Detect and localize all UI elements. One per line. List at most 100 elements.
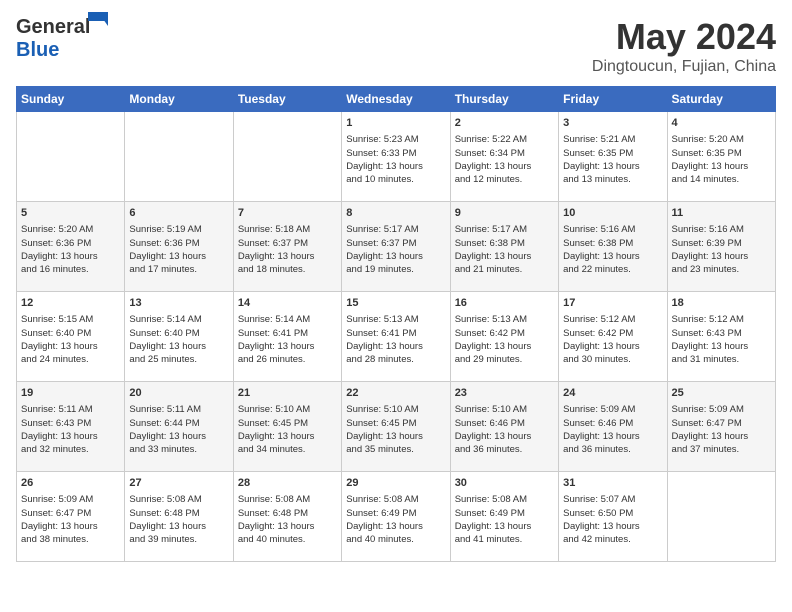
- calendar-cell: 23Sunrise: 5:10 AMSunset: 6:46 PMDayligh…: [450, 382, 558, 472]
- calendar-cell: 13Sunrise: 5:14 AMSunset: 6:40 PMDayligh…: [125, 292, 233, 382]
- calendar-cell: [17, 112, 125, 202]
- day-content: Daylight: 13 hours: [563, 430, 662, 443]
- day-content: and 16 minutes.: [21, 263, 120, 276]
- day-content: and 34 minutes.: [238, 443, 337, 456]
- day-content: Sunrise: 5:10 AM: [455, 403, 554, 416]
- day-content: and 36 minutes.: [563, 443, 662, 456]
- day-content: Sunrise: 5:18 AM: [238, 223, 337, 236]
- day-number: 6: [129, 206, 228, 221]
- day-content: Daylight: 13 hours: [346, 430, 445, 443]
- day-content: and 28 minutes.: [346, 353, 445, 366]
- day-content: Sunset: 6:41 PM: [346, 327, 445, 340]
- location: Dingtoucun, Fujian, China: [592, 58, 776, 76]
- day-content: Sunrise: 5:08 AM: [129, 493, 228, 506]
- day-content: Sunset: 6:49 PM: [455, 507, 554, 520]
- day-content: Sunrise: 5:19 AM: [129, 223, 228, 236]
- day-number: 8: [346, 206, 445, 221]
- calendar-cell: 18Sunrise: 5:12 AMSunset: 6:43 PMDayligh…: [667, 292, 775, 382]
- day-content: Sunrise: 5:23 AM: [346, 133, 445, 146]
- day-content: Daylight: 13 hours: [346, 160, 445, 173]
- day-content: and 29 minutes.: [455, 353, 554, 366]
- day-content: Daylight: 13 hours: [129, 520, 228, 533]
- calendar-cell: 19Sunrise: 5:11 AMSunset: 6:43 PMDayligh…: [17, 382, 125, 472]
- calendar-cell: 28Sunrise: 5:08 AMSunset: 6:48 PMDayligh…: [233, 472, 341, 562]
- day-content: Sunrise: 5:15 AM: [21, 313, 120, 326]
- day-content: Sunset: 6:38 PM: [455, 237, 554, 250]
- day-content: Daylight: 13 hours: [21, 340, 120, 353]
- day-content: and 14 minutes.: [672, 173, 771, 186]
- calendar-cell: 26Sunrise: 5:09 AMSunset: 6:47 PMDayligh…: [17, 472, 125, 562]
- day-content: Daylight: 13 hours: [129, 250, 228, 263]
- day-number: 17: [563, 296, 662, 311]
- day-content: Sunrise: 5:12 AM: [563, 313, 662, 326]
- day-content: Sunset: 6:48 PM: [238, 507, 337, 520]
- logo-flag-icon: [88, 12, 108, 26]
- header-sunday: Sunday: [17, 87, 125, 112]
- day-number: 26: [21, 476, 120, 491]
- day-content: Daylight: 13 hours: [455, 520, 554, 533]
- day-content: and 24 minutes.: [21, 353, 120, 366]
- day-content: Daylight: 13 hours: [346, 250, 445, 263]
- day-content: Sunrise: 5:10 AM: [238, 403, 337, 416]
- header-wednesday: Wednesday: [342, 87, 450, 112]
- day-number: 5: [21, 206, 120, 221]
- month-title: May 2024: [592, 16, 776, 58]
- day-number: 2: [455, 116, 554, 131]
- day-content: Sunset: 6:49 PM: [346, 507, 445, 520]
- calendar-cell: 1Sunrise: 5:23 AMSunset: 6:33 PMDaylight…: [342, 112, 450, 202]
- day-content: Sunrise: 5:21 AM: [563, 133, 662, 146]
- day-content: Sunset: 6:34 PM: [455, 147, 554, 160]
- day-content: Daylight: 13 hours: [238, 430, 337, 443]
- day-number: 28: [238, 476, 337, 491]
- day-number: 13: [129, 296, 228, 311]
- day-number: 16: [455, 296, 554, 311]
- title-block: May 2024 Dingtoucun, Fujian, China: [592, 16, 776, 76]
- day-number: 31: [563, 476, 662, 491]
- day-content: and 37 minutes.: [672, 443, 771, 456]
- day-content: Sunrise: 5:08 AM: [238, 493, 337, 506]
- day-content: Sunset: 6:47 PM: [21, 507, 120, 520]
- day-content: Sunset: 6:46 PM: [563, 417, 662, 430]
- day-content: and 21 minutes.: [455, 263, 554, 276]
- calendar-cell: 29Sunrise: 5:08 AMSunset: 6:49 PMDayligh…: [342, 472, 450, 562]
- header-tuesday: Tuesday: [233, 87, 341, 112]
- calendar-cell: 21Sunrise: 5:10 AMSunset: 6:45 PMDayligh…: [233, 382, 341, 472]
- calendar-cell: 9Sunrise: 5:17 AMSunset: 6:38 PMDaylight…: [450, 202, 558, 292]
- calendar-week-0: 1Sunrise: 5:23 AMSunset: 6:33 PMDaylight…: [17, 112, 776, 202]
- day-number: 15: [346, 296, 445, 311]
- day-content: Sunrise: 5:08 AM: [455, 493, 554, 506]
- calendar-cell: 2Sunrise: 5:22 AMSunset: 6:34 PMDaylight…: [450, 112, 558, 202]
- day-content: Daylight: 13 hours: [455, 250, 554, 263]
- day-content: and 26 minutes.: [238, 353, 337, 366]
- calendar-cell: 20Sunrise: 5:11 AMSunset: 6:44 PMDayligh…: [125, 382, 233, 472]
- day-content: and 36 minutes.: [455, 443, 554, 456]
- day-content: Daylight: 13 hours: [672, 430, 771, 443]
- day-number: 3: [563, 116, 662, 131]
- day-content: Daylight: 13 hours: [346, 520, 445, 533]
- day-content: and 32 minutes.: [21, 443, 120, 456]
- calendar-cell: 24Sunrise: 5:09 AMSunset: 6:46 PMDayligh…: [559, 382, 667, 472]
- calendar-cell: 10Sunrise: 5:16 AMSunset: 6:38 PMDayligh…: [559, 202, 667, 292]
- day-number: 4: [672, 116, 771, 131]
- day-number: 22: [346, 386, 445, 401]
- day-content: and 39 minutes.: [129, 533, 228, 546]
- day-content: Sunset: 6:36 PM: [129, 237, 228, 250]
- day-content: Sunset: 6:38 PM: [563, 237, 662, 250]
- day-number: 30: [455, 476, 554, 491]
- day-content: Sunrise: 5:07 AM: [563, 493, 662, 506]
- day-number: 25: [672, 386, 771, 401]
- day-content: Sunset: 6:45 PM: [346, 417, 445, 430]
- day-content: Sunrise: 5:09 AM: [672, 403, 771, 416]
- day-content: Sunrise: 5:12 AM: [672, 313, 771, 326]
- day-content: Sunset: 6:35 PM: [563, 147, 662, 160]
- day-content: Sunset: 6:44 PM: [129, 417, 228, 430]
- day-content: Sunrise: 5:11 AM: [21, 403, 120, 416]
- day-content: Daylight: 13 hours: [129, 340, 228, 353]
- day-content: Sunrise: 5:17 AM: [346, 223, 445, 236]
- calendar-week-1: 5Sunrise: 5:20 AMSunset: 6:36 PMDaylight…: [17, 202, 776, 292]
- calendar-cell: 31Sunrise: 5:07 AMSunset: 6:50 PMDayligh…: [559, 472, 667, 562]
- day-content: Sunset: 6:43 PM: [672, 327, 771, 340]
- day-number: 12: [21, 296, 120, 311]
- day-content: Daylight: 13 hours: [455, 340, 554, 353]
- calendar-cell: 27Sunrise: 5:08 AMSunset: 6:48 PMDayligh…: [125, 472, 233, 562]
